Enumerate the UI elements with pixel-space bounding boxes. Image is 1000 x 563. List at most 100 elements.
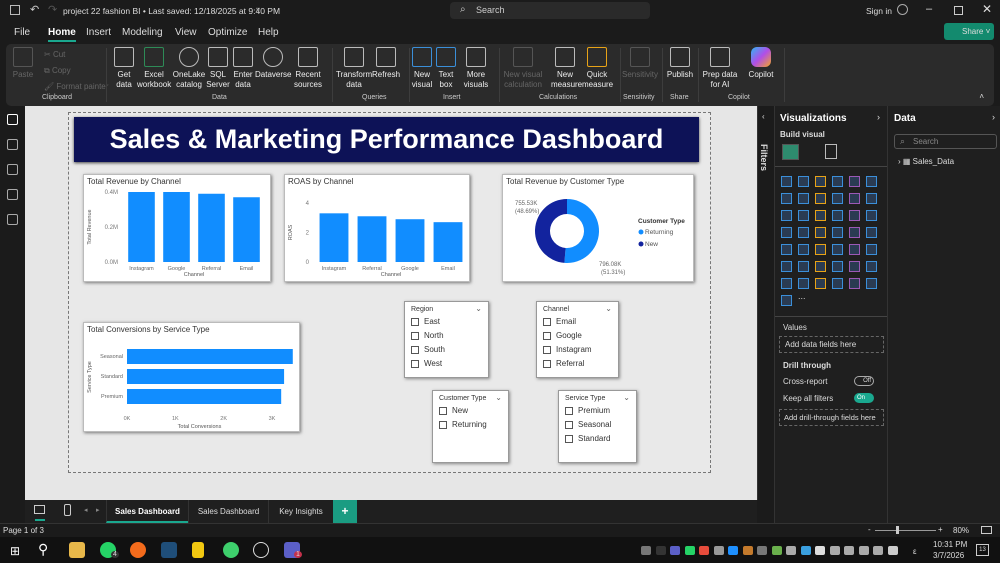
maximize-button[interactable] (954, 6, 963, 15)
get-data-button[interactable]: Get data (110, 47, 138, 90)
visual-type-icon[interactable] (815, 210, 826, 221)
report-view-icon[interactable] (7, 114, 18, 125)
slicer-item[interactable]: Standard (565, 434, 610, 443)
clock-time[interactable]: 10:31 PM (933, 540, 967, 549)
visual-type-icon[interactable] (866, 176, 877, 187)
checkbox[interactable] (543, 359, 551, 368)
menu-file[interactable]: File (14, 27, 30, 38)
menu-modeling[interactable]: Modeling (122, 27, 163, 38)
data-search-input[interactable]: ⌕ Search (894, 134, 997, 149)
visual-type-icon[interactable] (866, 244, 877, 255)
sql-server-button[interactable]: SQL Server (206, 47, 230, 90)
visual-type-icon[interactable] (798, 227, 809, 238)
visual-type-icon[interactable] (866, 261, 877, 272)
windows-start-icon[interactable]: ⊞ (10, 544, 20, 558)
desktop-layout-icon[interactable] (34, 505, 45, 514)
visual-type-icon[interactable] (866, 227, 877, 238)
menu-home[interactable]: Home (48, 27, 76, 42)
add-page-button[interactable]: + (333, 500, 357, 523)
expand-filters-icon[interactable]: ‹ (762, 112, 765, 121)
visual-type-icon[interactable] (815, 227, 826, 238)
file-explorer-icon[interactable] (69, 542, 85, 558)
visual-type-icon[interactable] (849, 227, 860, 238)
save-icon[interactable] (10, 5, 20, 15)
visual-type-icon[interactable] (781, 244, 792, 255)
zoom-in-button[interactable]: + (938, 525, 943, 534)
onelake-button[interactable]: OneLake catalog (172, 47, 206, 90)
visual-type-icon[interactable] (815, 261, 826, 272)
tray-icon[interactable] (728, 546, 738, 555)
visual-type-icon[interactable] (849, 193, 860, 204)
dataverse-button[interactable]: Dataverse (255, 47, 291, 80)
tray-icon[interactable] (829, 546, 840, 555)
page-tab-sales-dashboard-2[interactable]: Sales Dashboard (188, 500, 268, 523)
checkbox[interactable] (565, 420, 573, 429)
new-visual-calculation-button[interactable]: New visual calculation (502, 47, 544, 90)
page-tab-key-insights[interactable]: Key Insights (268, 500, 333, 523)
zoom-out-button[interactable]: - (868, 525, 871, 534)
tray-icon[interactable] (742, 546, 753, 555)
roas-by-channel-chart[interactable]: ROAS by Channel 0 2 4 Instagram Referral Goog… (284, 174, 470, 282)
minimize-button[interactable]: – (926, 3, 932, 15)
checkbox[interactable] (543, 317, 551, 326)
tray-icon[interactable] (887, 546, 898, 555)
menu-optimize[interactable]: Optimize (208, 27, 247, 38)
slicer-item[interactable]: Referral (543, 359, 584, 368)
slicer-item[interactable]: New (439, 406, 468, 415)
visual-type-icon[interactable] (798, 210, 809, 221)
slicer-item[interactable]: East (411, 317, 440, 326)
copilot-button[interactable]: Copilot (746, 47, 776, 80)
visual-type-icon[interactable] (798, 261, 809, 272)
search-box[interactable]: ⌕ Search (450, 2, 650, 19)
checkbox[interactable] (411, 331, 419, 340)
chevron-down-icon[interactable]: ⌄ (605, 304, 612, 313)
visual-type-icon[interactable] (832, 210, 843, 221)
search-icon[interactable]: ⚲ (38, 541, 48, 558)
visual-type-icon[interactable] (781, 193, 792, 204)
enter-data-button[interactable]: Enter data (231, 47, 255, 90)
sensitivity-button[interactable]: Sensitivity (622, 47, 658, 80)
visual-type-icon[interactable] (832, 261, 843, 272)
tray-icon[interactable] (713, 546, 724, 555)
document-title[interactable]: project 22 fashion BI • Last saved: 12/1… (63, 6, 280, 16)
slicer-item[interactable]: Seasonal (565, 420, 611, 429)
visual-type-icon[interactable] (781, 176, 792, 187)
visual-type-icon[interactable] (798, 193, 809, 204)
visual-type-icon[interactable] (866, 210, 877, 221)
visual-type-icon[interactable] (849, 176, 860, 187)
notifications-icon[interactable]: 13 (976, 544, 989, 556)
revenue-by-customer-type-chart[interactable]: Total Revenue by Customer Type 796.08K (5… (502, 174, 694, 282)
mysql-workbench-icon[interactable] (161, 542, 177, 558)
slicer-item[interactable]: Premium (565, 406, 610, 415)
format-painter-button[interactable]: 🖌 Format painter (44, 82, 108, 92)
slicer-item[interactable]: North (411, 331, 444, 340)
prev-page-icon[interactable]: ◂ (84, 506, 88, 514)
chevron-down-icon[interactable]: ⌄ (495, 393, 502, 402)
close-button[interactable]: ✕ (982, 2, 992, 16)
visual-type-icon[interactable] (781, 278, 792, 289)
revenue-by-channel-chart[interactable]: Total Revenue by Channel 0.0M 0.2M 0.4M Ins… (83, 174, 271, 282)
visual-type-icon[interactable] (781, 261, 792, 272)
tmdl-view-icon[interactable] (7, 214, 18, 225)
checkbox[interactable] (565, 434, 573, 443)
dax-query-view-icon[interactable] (7, 189, 18, 200)
chevron-down-icon[interactable]: ⌄ (623, 393, 630, 402)
tray-icon[interactable] (757, 546, 767, 555)
firefox-icon[interactable] (130, 542, 146, 558)
zoom-slider-thumb[interactable] (896, 526, 899, 534)
tray-icon[interactable] (844, 546, 854, 555)
mobile-layout-icon[interactable] (64, 504, 71, 516)
tray-icon[interactable] (670, 546, 680, 555)
slicer-channel[interactable]: Channel ⌄ Email Google Instagram Referral (536, 301, 619, 378)
checkbox[interactable] (411, 359, 419, 368)
tray-icon[interactable] (641, 546, 651, 555)
recent-sources-button[interactable]: Recent sources (293, 47, 323, 90)
drill-through-drop-zone[interactable]: Add drill-through fields here (779, 409, 884, 426)
new-visual-button[interactable]: New visual (411, 47, 433, 90)
slicer-service-type[interactable]: Service Type ⌄ Premium Seasonal Standard (558, 390, 637, 463)
zoom-slider[interactable] (875, 530, 936, 531)
collapse-data-icon[interactable]: › (992, 112, 995, 122)
slicer-item[interactable]: Instagram (543, 345, 592, 354)
excel-button[interactable]: Excel workbook (137, 47, 171, 90)
checkbox[interactable] (565, 406, 573, 415)
